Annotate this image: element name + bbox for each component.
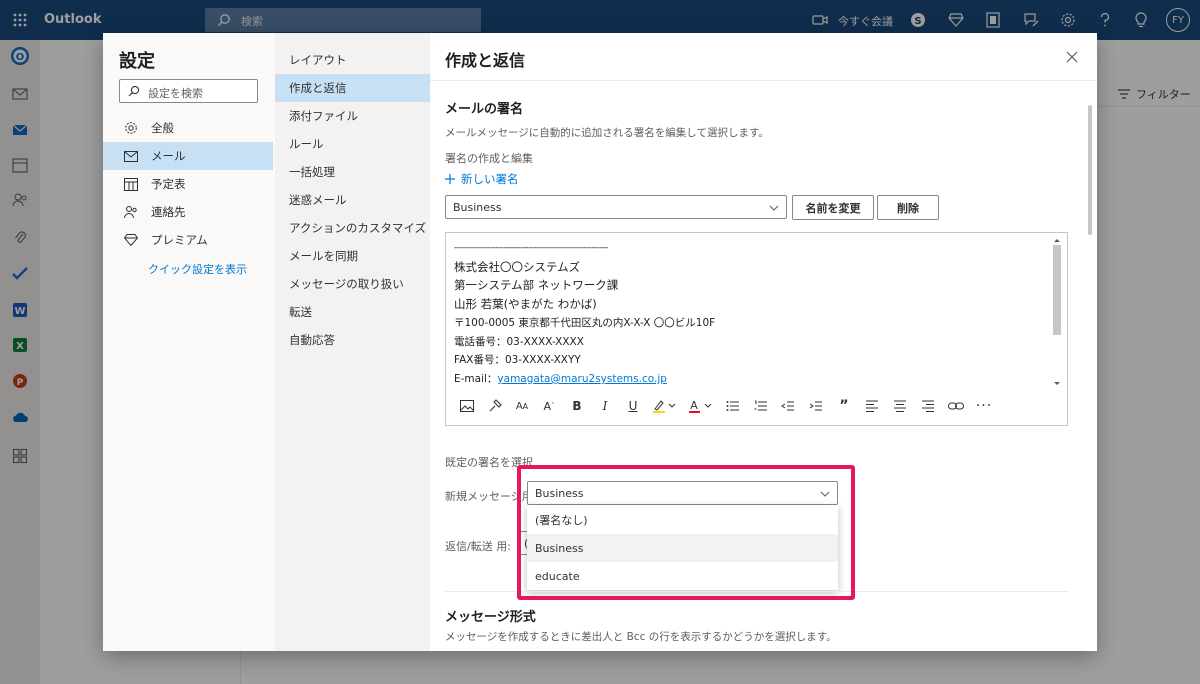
subcategory-auto-replies[interactable]: 自動応答 xyxy=(275,326,430,354)
signature-body[interactable]: ----------------------------------------… xyxy=(454,239,1054,389)
signature-line: 株式会社〇〇システムズ xyxy=(454,259,581,274)
category-calendar[interactable]: 予定表 xyxy=(103,170,273,198)
subcategory-attachments[interactable]: 添付ファイル xyxy=(275,102,430,130)
editor-scrollbar[interactable] xyxy=(1051,237,1063,387)
highlight-icon[interactable] xyxy=(650,395,680,417)
close-button[interactable] xyxy=(1062,47,1082,67)
subcategory-customize-actions[interactable]: アクションのカスタマイズ xyxy=(275,214,430,242)
content-title: 作成と返信 xyxy=(445,51,526,70)
settings-category-pane: 設定 設定を検索 全般 メール 予定表 連絡先 プレミアム クイック設定を表示 xyxy=(103,33,275,651)
quick-settings-link[interactable]: クイック設定を表示 xyxy=(148,261,247,277)
superscript-icon[interactable]: Aˆ xyxy=(538,395,560,417)
settings-title: 設定 xyxy=(119,51,155,72)
category-label: プレミアム xyxy=(151,233,208,247)
align-center-icon[interactable] xyxy=(889,395,911,417)
numbering-icon[interactable] xyxy=(750,395,772,417)
image-icon[interactable] xyxy=(456,395,478,417)
signature-description: メールメッセージに自動的に追加される署名を編集して選択します。 xyxy=(445,127,769,139)
subcategory-junk[interactable]: 迷惑メール xyxy=(275,186,430,214)
email-link[interactable]: yamagata@maru2systems.co.jp xyxy=(497,373,666,385)
content-scrollbar[interactable] xyxy=(1086,95,1094,651)
format-painter-icon[interactable] xyxy=(484,395,506,417)
font-size-icon[interactable]: AA xyxy=(511,395,533,417)
delete-button[interactable]: 削除 xyxy=(877,195,939,220)
scrollbar-thumb[interactable] xyxy=(1088,105,1092,235)
bold-icon[interactable]: B xyxy=(566,395,588,417)
chevron-down-icon xyxy=(769,205,779,211)
category-label: 予定表 xyxy=(151,177,186,191)
outdent-icon[interactable] xyxy=(777,395,799,417)
editor-scrollbar-thumb[interactable] xyxy=(1053,245,1061,335)
category-general[interactable]: 全般 xyxy=(103,114,273,142)
close-icon xyxy=(1066,51,1078,63)
signature-line: 第一システム部 ネットワーク課 xyxy=(454,278,619,293)
settings-search-placeholder: 設定を検索 xyxy=(148,87,203,100)
subcategory-sync-email[interactable]: メールを同期 xyxy=(275,242,430,270)
message-format-heading: メッセージ形式 xyxy=(445,610,536,625)
category-premium[interactable]: プレミアム xyxy=(103,226,273,254)
italic-icon[interactable]: I xyxy=(594,395,616,417)
signature-editor[interactable]: ----------------------------------------… xyxy=(445,232,1068,426)
align-right-icon[interactable] xyxy=(917,395,939,417)
email-label: E-mail： xyxy=(454,372,498,385)
category-label: 連絡先 xyxy=(151,205,186,219)
signature-heading: メールの署名 xyxy=(445,102,524,117)
rename-button[interactable]: 名前を変更 xyxy=(792,195,874,220)
category-label: メール xyxy=(151,149,186,163)
subcategory-compose-reply[interactable]: 作成と返信 xyxy=(275,74,430,102)
new-signature-label: 新しい署名 xyxy=(461,172,519,186)
link-icon[interactable] xyxy=(945,395,967,417)
underline-icon[interactable]: U xyxy=(622,395,644,417)
people-icon xyxy=(121,202,141,222)
font-color-icon[interactable]: A xyxy=(686,395,716,417)
subcategory-message-handling[interactable]: メッセージの取り扱い xyxy=(275,270,430,298)
quote-icon[interactable]: ” xyxy=(833,395,855,417)
reply-forward-label: 返信/転送 用: xyxy=(445,540,511,553)
signature-line: 〒100-0005 東京都千代田区丸の内X-X-X 〇〇ビル10F xyxy=(454,316,716,329)
gear-icon xyxy=(121,118,141,138)
category-label: 全般 xyxy=(151,121,174,135)
subcategory-layout[interactable]: レイアウト xyxy=(275,46,430,74)
signature-email-line: E-mail：yamagata@maru2systems.co.jp xyxy=(454,370,1054,389)
subcategory-sweep[interactable]: 一括処理 xyxy=(275,158,430,186)
settings-subcategory-pane: レイアウト 作成と返信 添付ファイル ルール 一括処理 迷惑メール アクションの… xyxy=(275,33,430,651)
category-mail[interactable]: メール xyxy=(103,142,273,170)
signature-select[interactable]: Business xyxy=(445,195,787,219)
signature-line: 電話番号：03-XXXX-XXXX xyxy=(454,335,584,348)
bullets-icon[interactable] xyxy=(722,395,744,417)
divider xyxy=(430,80,1097,81)
svg-text:A: A xyxy=(690,399,698,412)
settings-search-input[interactable]: 設定を検索 xyxy=(119,79,258,103)
align-left-icon[interactable] xyxy=(861,395,883,417)
signature-select-value: Business xyxy=(453,201,502,214)
indent-icon[interactable] xyxy=(805,395,827,417)
signature-line: 山形 若葉(やまがた わかば) xyxy=(454,297,597,312)
mail-icon xyxy=(121,146,141,166)
signature-line: ----------------------------------------… xyxy=(454,243,608,253)
subcategory-forwarding[interactable]: 転送 xyxy=(275,298,430,326)
signature-line: FAX番号：03-XXXX-XXYY xyxy=(454,354,581,367)
new-signature-button[interactable]: 新しい署名 xyxy=(445,171,519,187)
more-icon[interactable]: ··· xyxy=(973,395,995,417)
diamond-icon xyxy=(121,230,141,250)
plus-icon xyxy=(445,174,455,184)
search-icon xyxy=(128,85,140,97)
create-edit-label: 署名の作成と編集 xyxy=(445,152,533,165)
subcategory-rules[interactable]: ルール xyxy=(275,130,430,158)
calendar-icon xyxy=(121,174,141,194)
format-toolbar: AA Aˆ B I U A ” ··· xyxy=(454,395,1054,419)
message-format-description: メッセージを作成するときに差出人と Bcc の行を表示するかどうかを選択します。 xyxy=(445,631,837,643)
annotation-highlight-box xyxy=(517,465,855,600)
category-people[interactable]: 連絡先 xyxy=(103,198,273,226)
